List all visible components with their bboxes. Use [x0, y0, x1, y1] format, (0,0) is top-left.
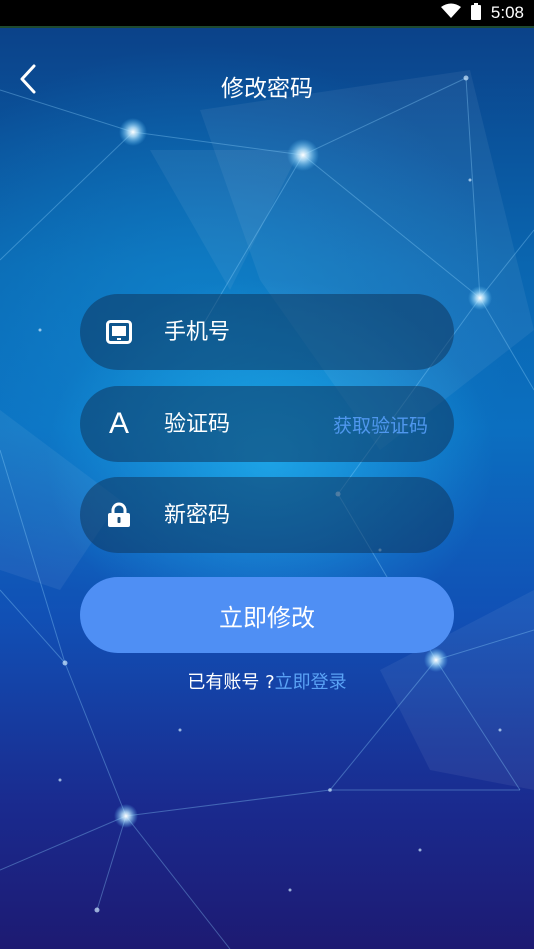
code-field: A 获取验证码	[80, 386, 454, 462]
battery-icon	[470, 2, 481, 24]
status-time: 5:08	[490, 3, 524, 22]
submit-button[interactable]: 立即修改	[80, 577, 454, 653]
login-prompt-row: 已有账号 ?立即登录	[0, 668, 534, 694]
header: 修改密码	[0, 55, 534, 111]
get-code-button[interactable]: 获取验证码	[333, 411, 454, 438]
status-bar: 5:08	[0, 0, 534, 28]
page-title: 修改密码	[221, 76, 313, 102]
new-password-input[interactable]	[154, 477, 454, 553]
phone-field	[80, 294, 454, 370]
password-field	[80, 477, 454, 553]
login-link[interactable]: 立即登录	[275, 672, 347, 693]
login-prompt-text: 已有账号 ?	[187, 672, 275, 693]
code-input[interactable]	[154, 386, 333, 462]
letter-a-icon: A	[80, 409, 154, 439]
letter-a-glyph: A	[108, 407, 129, 440]
phone-icon	[80, 320, 154, 344]
phone-input[interactable]	[154, 294, 454, 370]
wifi-icon	[440, 3, 461, 23]
lock-icon	[80, 502, 154, 528]
